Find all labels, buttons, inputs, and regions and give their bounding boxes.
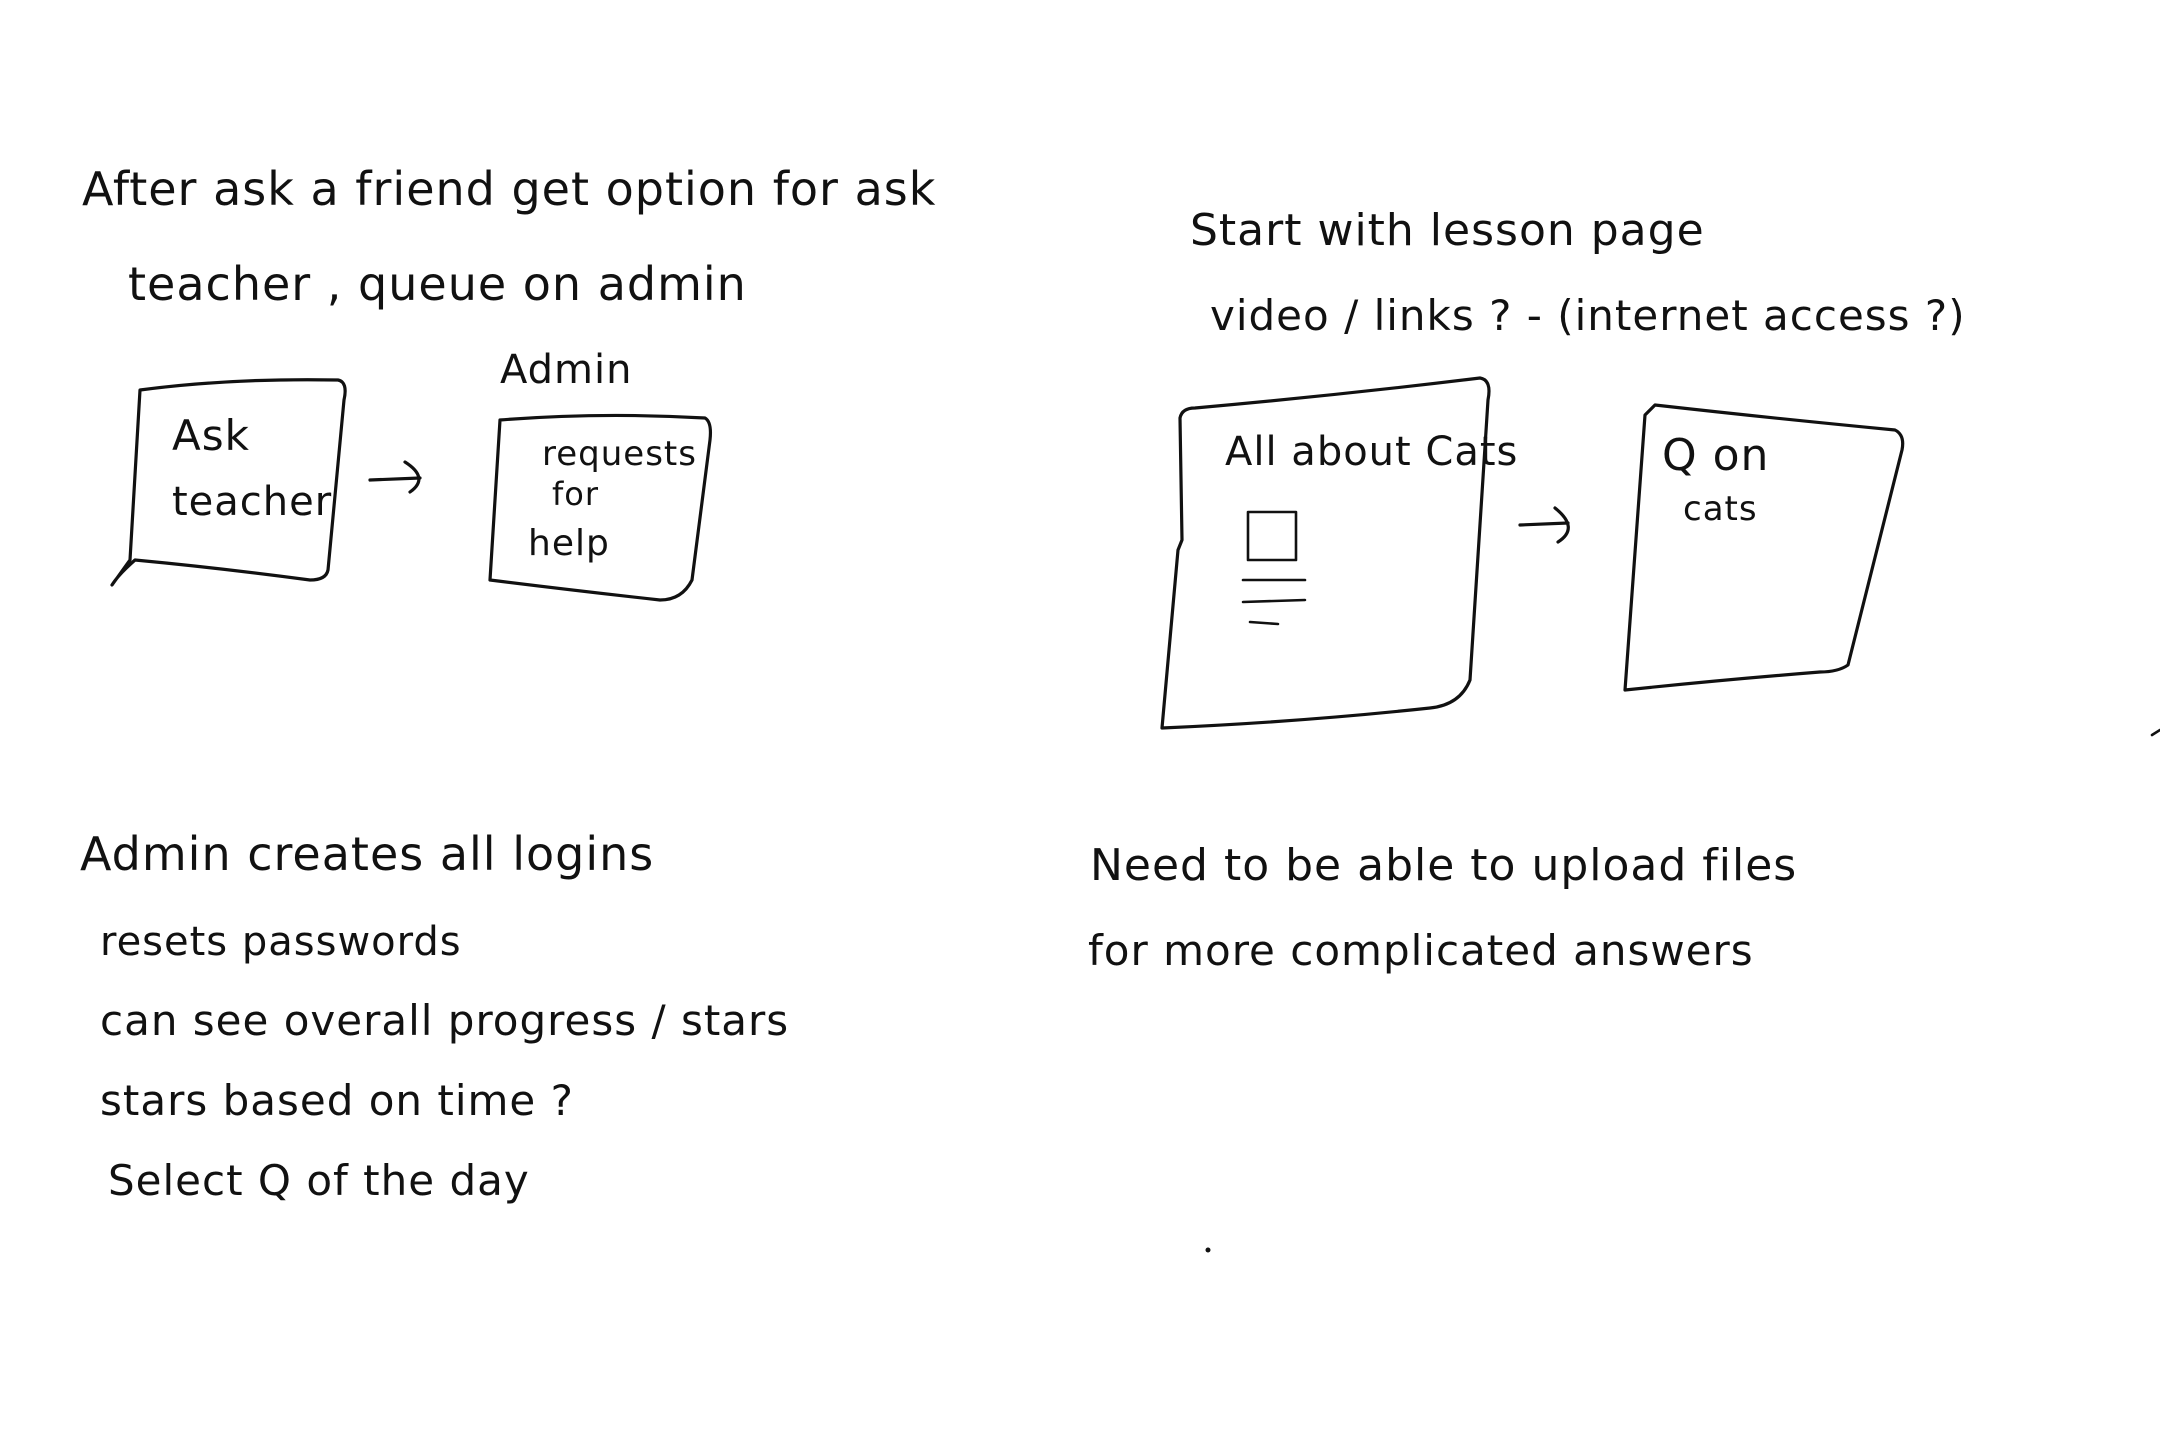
image-placeholder-icon (1246, 510, 1298, 562)
lesson-note-line-2: video / links ? - (internet access ?) (1210, 291, 1966, 340)
stray-mark (2150, 728, 2160, 737)
arrow-1 (368, 460, 422, 494)
upload-note-line-2: for more complicated answers (1088, 926, 1754, 975)
admin-list-item-5: Select Q of the day (108, 1156, 530, 1205)
friend-note-line-1: After ask a friend get option for ask (82, 162, 936, 216)
upload-note-line-1: Need to be able to upload files (1090, 840, 1797, 891)
text-line-2 (1241, 598, 1307, 604)
ask-teacher-line-1: Ask (172, 411, 250, 460)
admin-box-line-1: requests (542, 434, 697, 474)
admin-list-item-1: Admin creates all logins (80, 827, 654, 881)
admin-box-line-2: for (552, 475, 599, 513)
arrow-2 (1518, 506, 1570, 544)
admin-box-line-3: help (528, 523, 610, 564)
text-line-3 (1248, 620, 1280, 626)
q-box-line-1: Q on (1662, 430, 1769, 481)
friend-note-line-2: teacher , queue on admin (128, 257, 747, 311)
lesson-box-title: All about Cats (1225, 429, 1518, 475)
admin-list-item-2: resets passwords (100, 919, 462, 965)
ask-teacher-line-2: teacher (172, 479, 332, 525)
lesson-note-line-1: Start with lesson page (1190, 205, 1705, 256)
stray-dot (1205, 1247, 1211, 1253)
admin-label: Admin (500, 347, 632, 393)
whiteboard-canvas: After ask a friend get option for ask te… (80, 162, 2160, 1253)
q-box-line-2: cats (1683, 489, 1758, 529)
admin-list-item-3: can see overall progress / stars (100, 996, 789, 1045)
admin-list-item-4: stars based on time ? (100, 1076, 574, 1125)
